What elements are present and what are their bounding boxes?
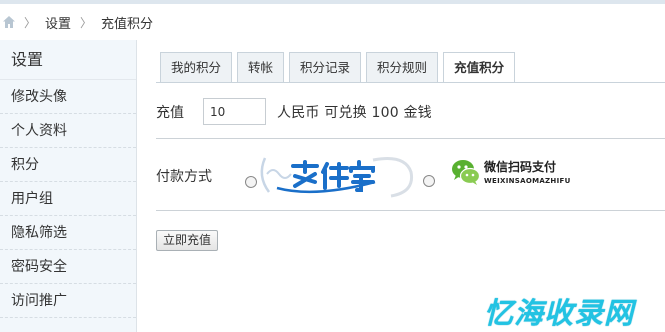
- sidebar-item-usergroup[interactable]: 用户组: [0, 182, 136, 216]
- tab-bar: 我的积分 转帐 积分记录 积分规则 充值积分: [160, 52, 520, 83]
- exchange-info: 人民币 可兑换 100 金钱: [277, 104, 432, 121]
- tab-recharge[interactable]: 充值积分: [443, 52, 516, 83]
- sidebar-title: 设置: [0, 40, 136, 80]
- divider: [156, 210, 665, 211]
- sidebar-item-privacy[interactable]: 隐私筛选: [0, 216, 136, 250]
- top-strip: [0, 0, 665, 4]
- wechat-pay-title: 微信扫码支付: [484, 160, 557, 174]
- wechat-radio[interactable]: [423, 175, 435, 187]
- breadcrumb: 〉 设置 〉 充值积分: [0, 12, 162, 32]
- tab-my-credits[interactable]: 我的积分: [160, 52, 233, 82]
- sidebar-item-credits[interactable]: 积分: [0, 148, 136, 182]
- alipay-logo[interactable]: [255, 152, 415, 198]
- tab-credit-log[interactable]: 积分记录: [289, 52, 362, 82]
- recharge-label: 充值: [156, 104, 184, 121]
- wechat-icon: [452, 160, 481, 185]
- payment-row: 付款方式 微信扫码支付 WEIXINSAOMAZHIFU: [156, 150, 665, 206]
- tab-underline: [156, 82, 665, 83]
- breadcrumb-separator: 〉: [24, 15, 37, 30]
- payment-label: 付款方式: [156, 169, 212, 185]
- sidebar: 设置 修改头像 个人资料 积分 用户组 隐私筛选 密码安全 访问推广: [0, 40, 137, 332]
- home-icon[interactable]: [2, 15, 16, 29]
- breadcrumb-separator: 〉: [80, 15, 93, 30]
- recharge-row: 充值 人民币 可兑换 100 金钱: [156, 98, 432, 125]
- tab-credit-rules[interactable]: 积分规则: [366, 52, 439, 82]
- wechat-pay-subtitle: WEIXINSAOMAZHIFU: [484, 177, 571, 185]
- recharge-submit-button[interactable]: 立即充值: [156, 230, 219, 251]
- sidebar-item-password[interactable]: 密码安全: [0, 250, 136, 284]
- sidebar-item-avatar[interactable]: 修改头像: [0, 80, 136, 114]
- tab-transfer[interactable]: 转帐: [237, 52, 285, 82]
- sidebar-item-profile[interactable]: 个人资料: [0, 114, 136, 148]
- divider: [156, 138, 665, 139]
- wechat-pay-logo[interactable]: 微信扫码支付 WEIXINSAOMAZHIFU: [450, 154, 580, 194]
- sidebar-item-promotion[interactable]: 访问推广: [0, 284, 136, 318]
- breadcrumb-item-current: 充值积分: [101, 16, 154, 32]
- recharge-amount-input[interactable]: [203, 98, 266, 125]
- top-bar: 〉 设置 〉 充值积分: [0, 0, 665, 40]
- watermark: 忆海收录网: [484, 296, 635, 330]
- main-content: 我的积分 转帐 积分记录 积分规则 充值积分 充值 人民币 可兑换 100 金钱…: [137, 40, 665, 332]
- breadcrumb-item-settings[interactable]: 设置: [45, 13, 71, 32]
